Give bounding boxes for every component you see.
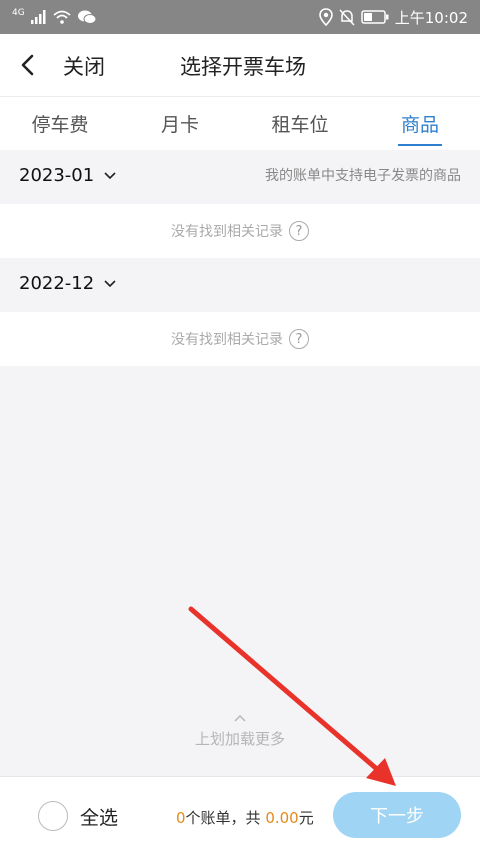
tab-parking-fee[interactable]: 停车费 [0,97,120,150]
load-more-hint: 上划加载更多 [0,714,480,749]
help-icon[interactable]: ? [289,329,309,349]
wechat-icon [77,10,97,24]
month-label: 2022-12 [19,273,95,294]
bill-summary: 0个账单，共 0.00元 [176,807,314,828]
bill-amount: 0.00 [265,809,299,827]
tab-monthly-card[interactable]: 月卡 [120,97,240,150]
empty-state: 没有找到相关记录 ? [0,312,480,366]
tab-goods[interactable]: 商品 [360,97,480,150]
chevron-up-icon [234,715,246,722]
clock: 上午10:02 [394,8,468,27]
tab-space-rental[interactable]: 租车位 [240,97,360,150]
month-selector[interactable]: 2022-12 [19,273,116,294]
status-bar-right: 上午10:02 [318,7,468,28]
tab-bar: 停车费 月卡 租车位 商品 [0,96,480,150]
bill-count-suffix: 个账单，共 [185,809,266,827]
month-note: 我的账单中支持电子发票的商品 [265,168,461,184]
chevron-down-icon [104,171,116,179]
page-title: 选择开票车场 [180,55,306,79]
month-header: 2022-12 [0,258,480,312]
bottom-bar: 全选 0个账单，共 0.00元 下一步 [0,776,480,853]
empty-state: 没有找到相关记录 ? [0,204,480,258]
month-header: 2023-01 我的账单中支持电子发票的商品 [0,150,480,204]
mute-bell-icon [339,8,355,26]
select-all-label[interactable]: 全选 [80,803,118,830]
month-label: 2023-01 [19,165,95,186]
load-more-text: 上划加载更多 [194,730,285,748]
nav-bar: 关闭 选择开票车场 [0,34,480,96]
network-type: 4G [12,7,25,18]
select-all-radio[interactable] [38,801,68,831]
signal-icon [30,10,46,24]
amount-suffix: 元 [298,809,314,827]
empty-text: 没有找到相关记录 [171,224,283,240]
bill-count: 0 [176,809,186,827]
location-icon [318,8,333,26]
chevron-down-icon [104,279,116,287]
wifi-icon [53,10,71,24]
help-icon[interactable]: ? [289,221,309,241]
battery-icon [361,10,389,24]
empty-text: 没有找到相关记录 [171,332,283,348]
status-bar: 4G 上午10:02 [0,0,480,34]
month-selector[interactable]: 2023-01 [19,165,116,186]
next-step-button[interactable]: 下一步 [333,792,461,838]
status-bar-left: 4G [12,7,97,25]
